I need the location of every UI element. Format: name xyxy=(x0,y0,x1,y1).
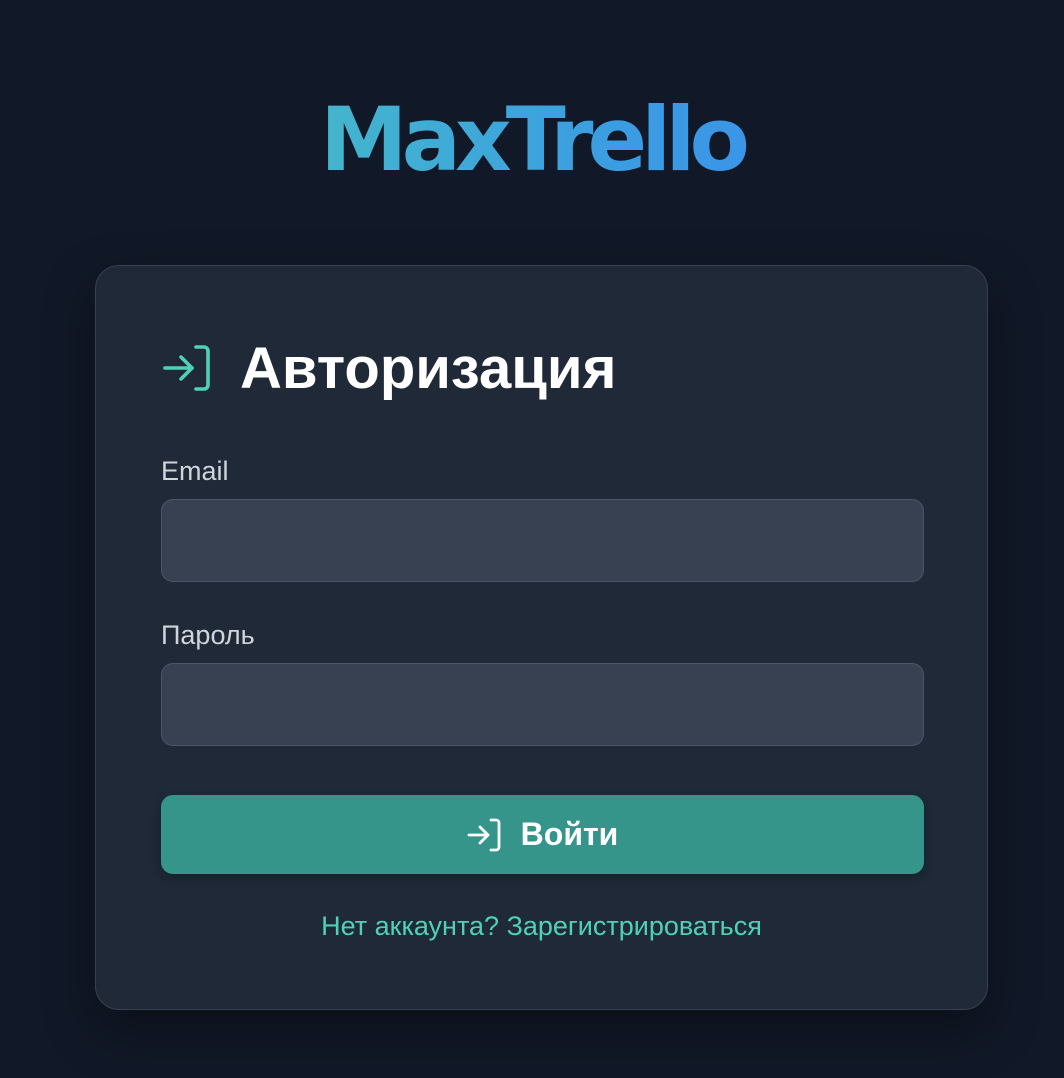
login-card: Авторизация Email Пароль Войти Нет аккау… xyxy=(95,265,988,1010)
password-field[interactable] xyxy=(161,663,924,746)
email-field[interactable] xyxy=(161,499,924,582)
page-title: Авторизация xyxy=(240,336,617,401)
app-logo: MaxTrello xyxy=(0,92,1064,188)
login-page: MaxTrello Авторизация Email Пароль Войти… xyxy=(0,0,1064,1078)
login-icon xyxy=(163,345,210,391)
card-header: Авторизация xyxy=(162,334,616,404)
register-link[interactable]: Нет аккаунта? Зарегистрироваться xyxy=(96,909,987,943)
password-label: Пароль xyxy=(161,620,255,650)
login-button[interactable]: Войти xyxy=(161,795,924,874)
login-icon xyxy=(467,818,501,851)
email-label: Email xyxy=(161,456,229,486)
login-button-label: Войти xyxy=(520,816,619,852)
